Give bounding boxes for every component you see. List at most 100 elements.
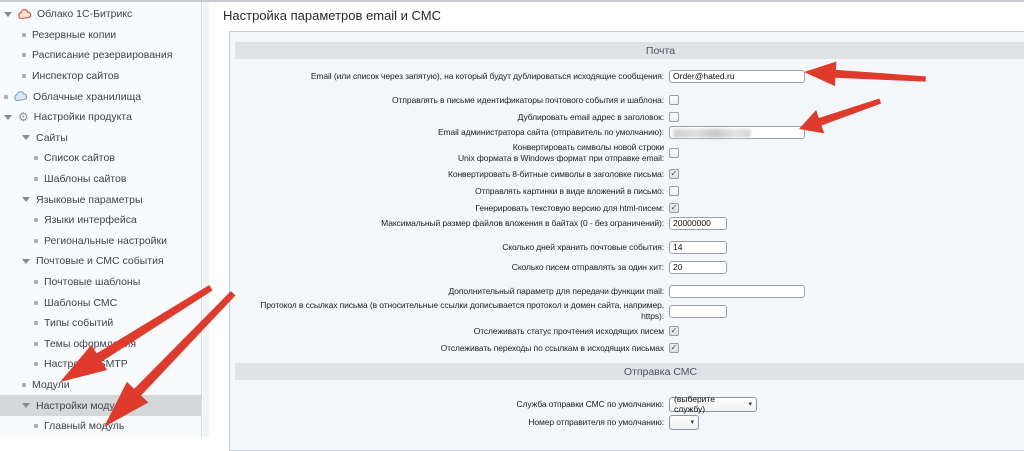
email-duplicate-row: Email (или список через запятую), на кот…: [240, 69, 805, 83]
bullet-icon: [34, 177, 38, 181]
sidebar-item-label: Почтовые и СМС события: [36, 255, 164, 267]
tree-collapse-icon[interactable]: [22, 403, 30, 408]
tree-collapse-icon[interactable]: [4, 12, 12, 17]
sidebar-item-label: Почтовые шаблоны: [44, 276, 140, 288]
sidebar-item-mail-sms-events[interactable]: Почтовые и СМС события: [0, 251, 201, 272]
tree-collapse-icon[interactable]: [22, 197, 30, 202]
track-read-status-row: Отслеживать статус прочтения исходящих п…: [240, 325, 679, 337]
field-label: Сколько писем отправлять за один хит:: [240, 262, 664, 273]
max-attachment-size-input[interactable]: 20000000: [669, 217, 727, 230]
sidebar-item-language-params[interactable]: Языковые параметры: [0, 189, 201, 210]
sms-service-row: Служба отправки СМС по умолчанию: (выбери…: [240, 398, 757, 410]
sidebar-item-site-list[interactable]: Список сайтов: [0, 148, 201, 169]
field-label: Отслеживать переходы по ссылкам в исходя…: [240, 343, 664, 354]
field-label: Сколько дней хранить почтовые события:: [240, 242, 664, 253]
convert-8bit-checkbox[interactable]: [669, 169, 679, 179]
page-title: Настройка параметров email и СМС: [223, 8, 441, 23]
bullet-icon: [34, 362, 38, 366]
duplicate-email-header-checkbox[interactable]: [669, 112, 679, 122]
selected-option-label: (выберите службу): [674, 394, 744, 414]
bullet-icon: [22, 74, 26, 78]
field-label: Email (или список через запятую), на кот…: [240, 71, 664, 82]
field-label: Отправлять картинки в виде вложений в пи…: [240, 186, 664, 197]
tree-collapse-icon[interactable]: [4, 115, 12, 120]
sidebar-item-sms-templates[interactable]: Шаблоны СМС: [0, 292, 201, 313]
sidebar-item-event-types[interactable]: Типы событий: [0, 313, 201, 334]
section-header-sms: Отправка СМС: [235, 363, 1024, 380]
bullet-icon: [34, 156, 38, 160]
bullet-icon: [34, 239, 38, 243]
mail-function-param-input[interactable]: [669, 285, 805, 298]
sidebar-item-site-templates[interactable]: Шаблоны сайтов: [0, 169, 201, 190]
sidebar-item-modules[interactable]: Модули: [0, 375, 201, 396]
sidebar-item-label: Настройки продукта: [34, 111, 132, 123]
sidebar-item-label: Настройки модулей: [36, 400, 132, 412]
generate-text-version-checkbox[interactable]: [669, 203, 679, 213]
sidebar-item-mail-templates[interactable]: Почтовые шаблоны: [0, 272, 201, 293]
sidebar-item-label: Темы оформления: [44, 338, 136, 350]
sidebar-resize-gutter[interactable]: [203, 2, 209, 437]
field-label: Отслеживать статус прочтения исходящих п…: [240, 326, 664, 337]
sidebar-item-label: Языковые параметры: [36, 194, 143, 206]
bullet-icon: [34, 342, 38, 346]
sidebar-item-label: Шаблоны СМС: [44, 297, 117, 309]
sms-sender-row: Номер отправителя по умолчанию:▾: [240, 416, 699, 428]
sidebar-item-regional-settings[interactable]: Региональные настройки: [0, 231, 201, 252]
sidebar-item-label: Резервные копии: [32, 29, 116, 41]
sidebar-item-interface-languages[interactable]: Языки интерфейса: [0, 210, 201, 231]
field-label: Отправлять в письме идентификаторы почто…: [240, 95, 664, 106]
email-duplicate-input[interactable]: Order@hated.ru: [669, 70, 805, 83]
mail-events-days-input[interactable]: 14: [669, 241, 727, 254]
sidebar-item-backup-copies[interactable]: Резервные копии: [0, 25, 201, 46]
max-attachment-size-row: Максимальный размер файлов вложения в ба…: [240, 216, 727, 230]
sidebar-item-sites[interactable]: Сайты: [0, 128, 201, 149]
sidebar-item-main-module[interactable]: Главный модуль: [0, 416, 201, 437]
sidebar-item-label: Облачные хранилища: [33, 91, 141, 103]
sidebar-item-label: Региональные настройки: [44, 235, 167, 247]
sidebar-item-label: Расписание резервирования: [32, 49, 172, 61]
redacted-value: [673, 129, 751, 138]
bullet-icon: [22, 33, 26, 37]
sidebar-item-smtp-settings[interactable]: Настройка SMTP: [0, 354, 201, 375]
bullet-icon: [22, 383, 26, 387]
sms-sender-select[interactable]: ▾: [669, 415, 699, 430]
sidebar-item-module-settings[interactable]: Настройки модулей: [0, 395, 201, 416]
gear-icon: ⚙: [18, 111, 29, 123]
field-label: Генерировать текстовую версию для html-п…: [240, 203, 664, 214]
sidebar-item-label: Инспектор сайтов: [32, 70, 119, 82]
sidebar-item-product-settings[interactable]: ⚙ Настройки продукта: [0, 107, 201, 128]
convert-newlines-checkbox[interactable]: [669, 148, 679, 158]
cloud-orange-icon: [18, 9, 32, 20]
send-event-ids-checkbox[interactable]: [669, 95, 679, 105]
sidebar-item-cloud-storages[interactable]: Облачные хранилища: [0, 86, 201, 107]
sidebar-item-label: Список сайтов: [44, 152, 115, 164]
bullet-icon: [34, 301, 38, 305]
sidebar-item-label: Модули: [32, 379, 70, 391]
sidebar-item-backup-schedule[interactable]: Расписание резервирования: [0, 45, 201, 66]
admin-email-input[interactable]: [669, 126, 805, 139]
send-event-ids-row: Отправлять в письме идентификаторы почто…: [240, 94, 679, 106]
field-label: Максимальный размер файлов вложения в ба…: [240, 218, 664, 229]
images-as-attachments-checkbox[interactable]: [669, 186, 679, 196]
sidebar-item-site-inspector[interactable]: Инспектор сайтов: [0, 66, 201, 87]
sidebar-item-cloud-1c-bitrix[interactable]: Облако 1С-Битрикс: [0, 4, 201, 25]
sidebar-item-label: Облако 1С-Битрикс: [37, 8, 132, 20]
bullet-icon: [4, 95, 8, 99]
link-protocol-input[interactable]: [669, 305, 727, 318]
tree-collapse-icon[interactable]: [22, 259, 30, 264]
images-as-attachments-row: Отправлять картинки в виде вложений в пи…: [240, 185, 679, 197]
field-label: Дополнительный параметр для передачи фун…: [240, 286, 664, 297]
bullet-icon: [34, 424, 38, 428]
convert-newlines-row: Конвертировать символы новой строкиUnix …: [240, 140, 679, 166]
chevron-down-icon: ▾: [748, 401, 752, 408]
track-read-status-checkbox[interactable]: [669, 326, 679, 336]
link-protocol-row: Протокол в ссылках письма (в относительн…: [240, 304, 727, 318]
track-link-clicks-checkbox[interactable]: [669, 343, 679, 353]
mails-per-hit-input[interactable]: 20: [669, 261, 727, 274]
sidebar-item-design-themes[interactable]: Темы оформления: [0, 334, 201, 355]
sidebar-item-label: Главный модуль: [44, 420, 124, 432]
tree-collapse-icon[interactable]: [22, 135, 30, 140]
field-label: Дублировать email адрес в заголовок:: [240, 112, 664, 123]
sms-service-select[interactable]: (выберите службу) ▾: [669, 397, 757, 412]
field-label: Служба отправки СМС по умолчанию:: [240, 399, 664, 410]
